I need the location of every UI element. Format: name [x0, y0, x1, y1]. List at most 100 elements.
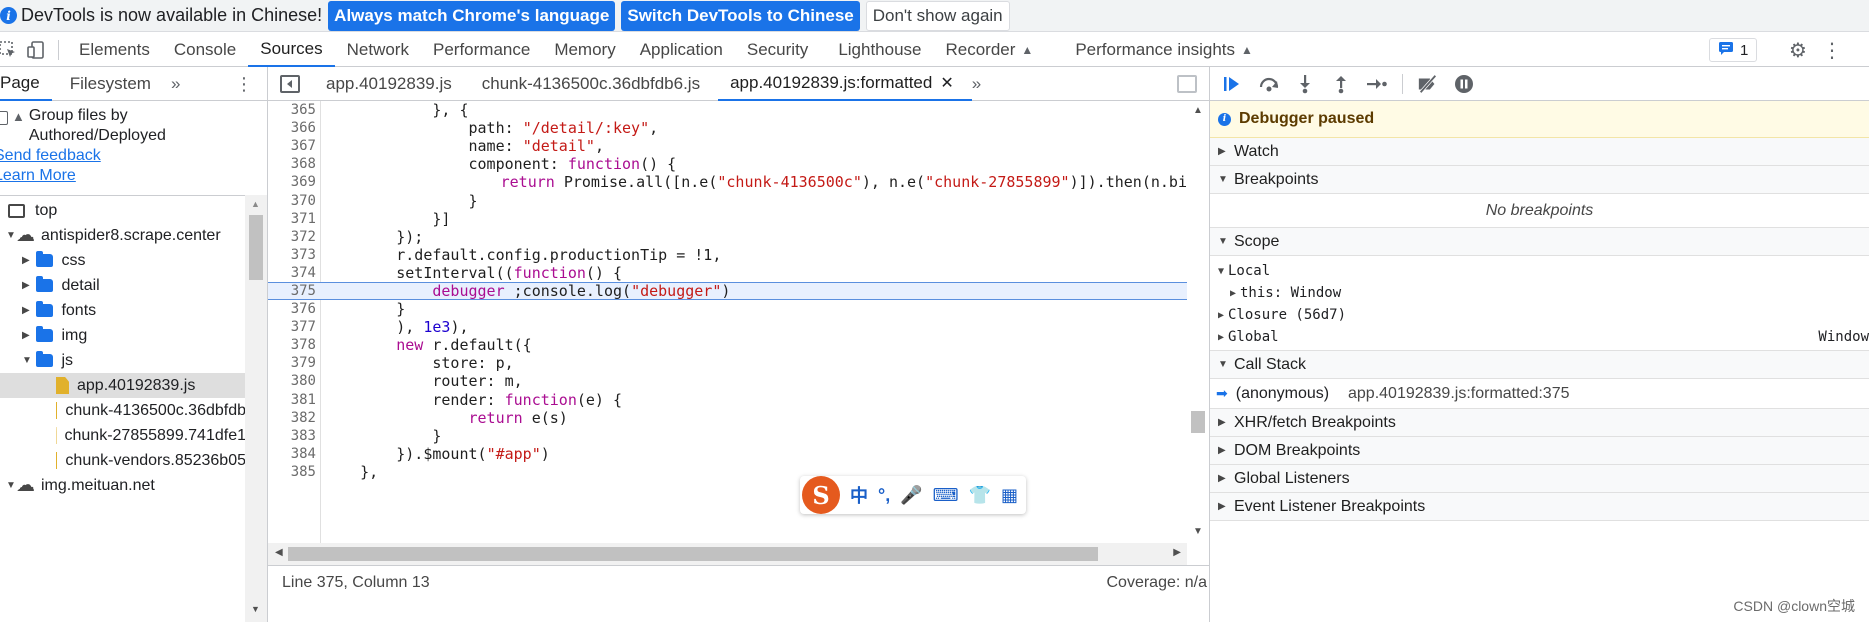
code-line[interactable]: 378 new r.default({ [268, 336, 1187, 354]
line-number[interactable]: 378 [268, 337, 316, 353]
navigator-tab-filesystem[interactable]: Filesystem [70, 67, 163, 101]
line-number[interactable]: 374 [268, 265, 316, 281]
editor-tab[interactable]: app.40192839.js [314, 67, 470, 101]
code-line[interactable]: 365 }, { [268, 101, 1187, 119]
tab-performance-insights[interactable]: Performance insights ▲ [1063, 33, 1265, 67]
group-files-checkbox[interactable] [0, 111, 8, 125]
scroll-left-arrow-icon[interactable]: ◀ [275, 547, 283, 558]
scrollbar-thumb[interactable] [288, 547, 1098, 561]
scrollbar-thumb[interactable] [1191, 411, 1205, 433]
collapsed-triangle-icon[interactable]: ▶ [22, 330, 32, 341]
tree-item-folder[interactable]: ▶ css [0, 248, 246, 273]
section-global-listeners[interactable]: ▶ Global Listeners [1210, 465, 1869, 493]
inspect-element-icon[interactable] [0, 36, 22, 64]
tree-item-folder[interactable]: ▼ js [0, 348, 246, 373]
code-line[interactable]: 384 }).$mount("#app") [268, 445, 1187, 463]
tab-application[interactable]: Application [628, 33, 735, 67]
code-line[interactable]: 377 ), 1e3), [268, 318, 1187, 336]
line-number[interactable]: 373 [268, 247, 316, 263]
tab-console[interactable]: Console [162, 33, 248, 67]
tab-network[interactable]: Network [335, 33, 421, 67]
cursor-position[interactable]: Line 375, Column 13 [282, 574, 430, 592]
code-line[interactable]: 385 }, [268, 463, 1187, 481]
expanded-triangle-icon[interactable]: ▼ [6, 230, 16, 241]
tab-lighthouse[interactable]: Lighthouse [826, 33, 933, 67]
close-tab-icon[interactable]: ✕ [940, 73, 953, 93]
tree-item-top[interactable]: top [0, 198, 246, 223]
scroll-up-arrow-icon[interactable]: ▲ [1193, 105, 1203, 116]
tab-recorder[interactable]: Recorder ▲ [934, 33, 1046, 67]
scroll-right-arrow-icon[interactable]: ▶ [1173, 547, 1181, 558]
scope-closure[interactable]: ▶ Closure (56d7) [1210, 304, 1869, 326]
step-over-icon[interactable] [1258, 73, 1280, 95]
tab-elements[interactable]: Elements [67, 33, 162, 67]
call-frame-location[interactable]: app.40192839.js:formatted:375 [1348, 385, 1570, 403]
tree-item-file[interactable]: chunk-vendors.85236b05 [0, 448, 246, 473]
deactivate-breakpoints-icon[interactable] [1417, 73, 1439, 95]
code-line[interactable]: 374 setInterval((function() { [268, 264, 1187, 282]
tree-item-folder[interactable]: ▶ detail [0, 273, 246, 298]
learn-more-link[interactable]: Learn More [0, 166, 267, 186]
line-number[interactable]: 372 [268, 229, 316, 245]
chinese-mode-icon[interactable]: 中 [850, 482, 868, 508]
line-number[interactable]: 383 [268, 428, 316, 444]
line-number[interactable]: 380 [268, 373, 316, 389]
dont-show-again-button[interactable]: Don't show again [865, 0, 1010, 31]
code-line[interactable]: 380 router: m, [268, 372, 1187, 390]
section-breakpoints[interactable]: ▼ Breakpoints [1210, 166, 1869, 194]
line-number[interactable]: 379 [268, 355, 316, 371]
step-out-icon[interactable] [1330, 73, 1352, 95]
paused-code-line[interactable]: 375 debugger ;console.log("debugger") [268, 281, 1187, 301]
collapsed-triangle-icon[interactable]: ▶ [22, 280, 32, 291]
step-into-icon[interactable] [1294, 73, 1316, 95]
resume-icon[interactable] [1222, 73, 1244, 95]
line-number[interactable]: 381 [268, 392, 316, 408]
code-line[interactable]: 366 path: "/detail/:key", [268, 119, 1187, 137]
tree-item-folder[interactable]: ▶ fonts [0, 298, 246, 323]
send-feedback-link[interactable]: Send feedback [0, 146, 267, 166]
switch-to-chinese-button[interactable]: Switch DevTools to Chinese [621, 0, 860, 31]
code-line[interactable]: 367 name: "detail", [268, 137, 1187, 155]
code-line[interactable]: 381 render: function(e) { [268, 391, 1187, 409]
editor-vertical-scrollbar[interactable]: ▲ ▼ [1187, 101, 1209, 543]
issues-badge-button[interactable]: 1 [1709, 38, 1758, 62]
tree-item-domain[interactable]: ▼ ☁ img.meituan.net [0, 473, 246, 498]
group-files-option[interactable]: ▲ Group files by Authored/Deployed [0, 106, 267, 146]
line-number[interactable]: 370 [268, 193, 316, 209]
tab-security[interactable]: Security [735, 33, 820, 67]
code-line[interactable]: 382 return e(s) [268, 409, 1187, 427]
section-dom-breakpoints[interactable]: ▶ DOM Breakpoints [1210, 437, 1869, 465]
line-number[interactable]: 384 [268, 446, 316, 462]
sogou-logo-icon[interactable]: S [802, 476, 840, 514]
collapsed-triangle-icon[interactable]: ▶ [22, 305, 32, 316]
section-call-stack[interactable]: ▼ Call Stack [1210, 351, 1869, 379]
editor-tab-active[interactable]: app.40192839.js:formatted ✕ [718, 67, 972, 101]
microphone-icon[interactable]: 🎤 [900, 485, 922, 506]
line-number[interactable]: 376 [268, 301, 316, 317]
line-number[interactable]: 382 [268, 410, 316, 426]
line-number[interactable]: 371 [268, 211, 316, 227]
tree-item-file[interactable]: chunk-4136500c.36dbfdb [0, 398, 246, 423]
scroll-up-arrow-icon[interactable]: ▲ [251, 199, 260, 209]
toggle-navigator-icon[interactable] [280, 74, 300, 93]
line-number[interactable]: 377 [268, 319, 316, 335]
code-lines[interactable]: 365 }, {366 path: "/detail/:key", 367 nam… [268, 101, 1187, 543]
toolbox-grid-icon[interactable]: ▦ [1001, 485, 1018, 506]
scope-local[interactable]: ▼ Local [1210, 260, 1869, 282]
section-xhr-breakpoints[interactable]: ▶ XHR/fetch Breakpoints [1210, 409, 1869, 437]
line-number[interactable]: 369 [268, 174, 316, 190]
code-line[interactable]: 368 component: function() { [268, 155, 1187, 173]
tab-sources[interactable]: Sources [248, 33, 335, 67]
step-icon[interactable] [1366, 73, 1388, 95]
code-line[interactable]: 371 }] [268, 210, 1187, 228]
line-number[interactable]: 375 [268, 283, 316, 299]
always-match-language-button[interactable]: Always match Chrome's language [328, 0, 616, 31]
section-event-listener-breakpoints[interactable]: ▶ Event Listener Breakpoints [1210, 493, 1869, 521]
code-line[interactable]: 383 } [268, 427, 1187, 445]
editor-tab[interactable]: chunk-4136500c.36dbfdb6.js [470, 67, 718, 101]
keyboard-icon[interactable]: ⌨ [933, 485, 959, 506]
punctuation-icon[interactable]: °, [878, 485, 890, 506]
tree-item-file[interactable]: app.40192839.js [0, 373, 246, 398]
navigator-tab-page[interactable]: Page [0, 67, 52, 101]
navigator-scrollbar[interactable]: ▲ ▼ [245, 195, 267, 622]
